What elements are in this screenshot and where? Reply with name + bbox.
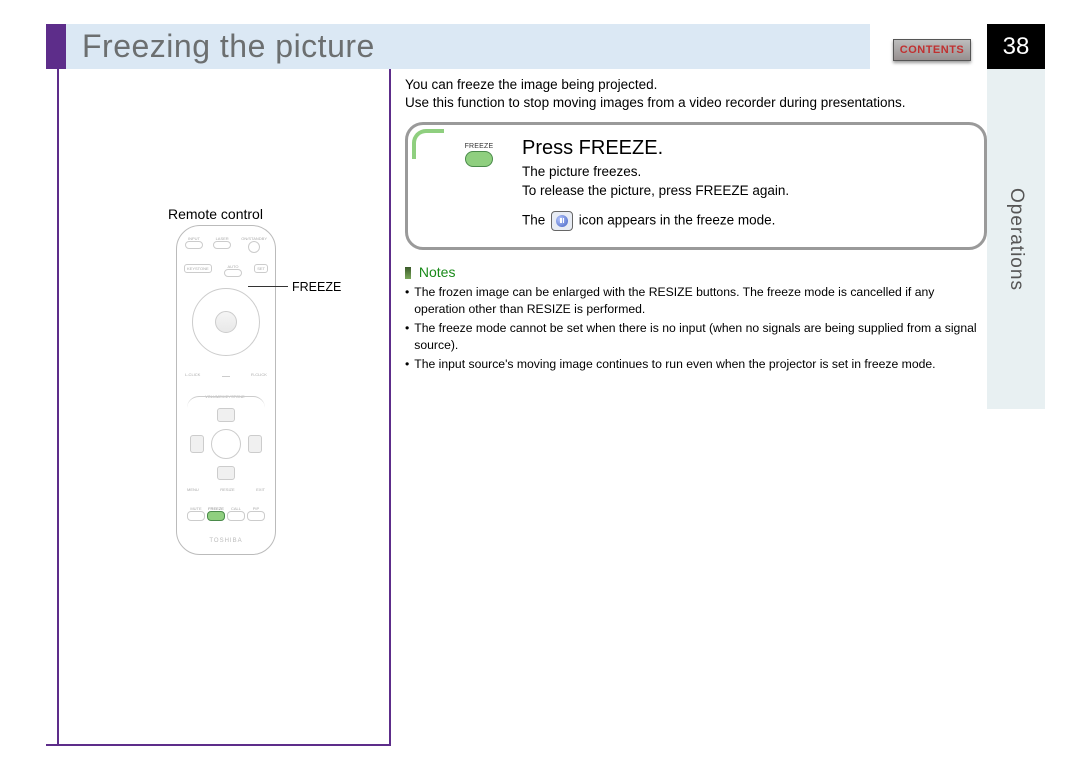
remote-diagram: INPUT LASER ON/STANDBY KEYSTONE AUTO SET… (176, 225, 276, 555)
remote-dpad (190, 408, 262, 480)
intro-line2: Use this function to stop moving images … (405, 94, 965, 112)
remote-btn-rclick: R-CLICK (251, 372, 267, 377)
page-number: 38 (987, 24, 1045, 69)
panel-line1: The picture freezes. (522, 163, 970, 182)
notes-item: The freeze mode cannot be set when there… (405, 320, 987, 354)
remote-label: Remote control (168, 206, 263, 222)
freeze-button-diagram: FREEZE (444, 143, 514, 167)
panel-line3: The icon appears in the freeze mode. (522, 211, 970, 231)
panel-line3-post: icon appears in the freeze mode. (579, 212, 776, 227)
panel-line3-pre: The (522, 212, 549, 227)
divider-left (57, 69, 59, 745)
section-tab: Operations (987, 69, 1045, 409)
section-tab-label: Operations (1005, 188, 1027, 291)
contents-label: CONTENTS (900, 44, 965, 56)
title-banner: Freezing the picture (66, 24, 870, 69)
remote-wheel (192, 288, 260, 356)
freeze-button-caption: FREEZE (444, 143, 514, 150)
panel-accent (412, 129, 444, 159)
panel-title: Press FREEZE. (522, 137, 970, 160)
freeze-callout: FREEZE (292, 280, 341, 294)
notes-mark-icon (405, 267, 411, 279)
remote-btn-freeze: FREEZE (207, 506, 225, 511)
remote-btn-onstandby: ON/STANDBY (241, 236, 267, 241)
divider-mid (389, 69, 391, 745)
callout-line (248, 286, 288, 287)
contents-link[interactable]: CONTENTS (893, 39, 971, 61)
intro-line1: You can freeze the image being projected… (405, 76, 965, 94)
notes-block: Notes The frozen image can be enlarged w… (405, 264, 987, 375)
remote-btn-set: SET (257, 266, 265, 271)
notes-heading-text: Notes (419, 264, 456, 280)
remote-btn-menu: MENU (187, 487, 199, 492)
header-accent (46, 24, 66, 69)
pause-icon (551, 211, 573, 231)
divider-bottom (46, 744, 391, 746)
panel-body: The picture freezes. To release the pict… (522, 163, 970, 231)
remote-btn-exit: EXIT (256, 487, 265, 492)
remote-btn-keystone: KEYSTONE (187, 266, 209, 271)
notes-item: The input source's moving image continue… (405, 356, 987, 373)
intro-text: You can freeze the image being projected… (405, 76, 965, 112)
instruction-panel: FREEZE Press FREEZE. The picture freezes… (405, 122, 987, 250)
page-title: Freezing the picture (82, 28, 375, 65)
remote-btn-laser: LASER (213, 236, 231, 241)
notes-item: The frozen image can be enlarged with th… (405, 284, 987, 318)
remote-btn-lclick: L-CLICK (185, 372, 200, 377)
notes-list: The frozen image can be enlarged with th… (405, 284, 987, 373)
notes-heading: Notes (405, 264, 987, 280)
panel-line2: To release the picture, press FREEZE aga… (522, 182, 970, 201)
remote-brand: TOSHIBA (177, 538, 275, 544)
freeze-button-icon (465, 151, 493, 167)
remote-btn-resize: RESIZE (220, 487, 234, 492)
